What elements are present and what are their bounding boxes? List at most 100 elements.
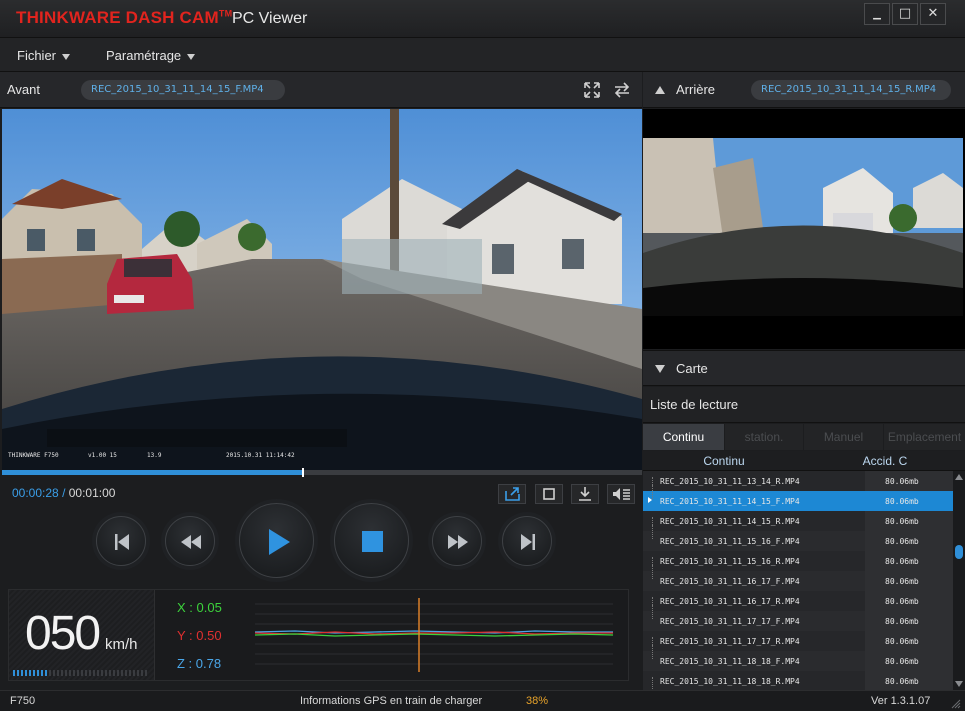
rewind-icon — [181, 535, 201, 549]
volume-button[interactable] — [607, 484, 635, 504]
speed-unit: km/h — [105, 636, 138, 653]
stop-icon — [362, 531, 383, 552]
swap-icon[interactable] — [614, 82, 630, 98]
fullscreen-icon[interactable] — [584, 82, 600, 98]
app-brand: THINKWARE DASH CAMTM — [16, 8, 232, 28]
tab-station[interactable]: station. — [725, 424, 803, 450]
file-size: 80.06mb — [885, 657, 919, 666]
current-time: 00:00:28 — [12, 486, 59, 500]
playlist-row[interactable]: REC_2015_10_31_11_15_16_F.MP4 80.06mb — [643, 525, 953, 551]
front-video-frame — [2, 109, 642, 470]
chevron-down-icon — [187, 53, 196, 60]
tree-line — [652, 677, 653, 691]
close-button[interactable]: ✕ — [920, 3, 946, 25]
map-panel-header[interactable]: Carte — [643, 350, 965, 386]
maximize-button[interactable]: □ — [892, 3, 918, 25]
download-button[interactable] — [571, 484, 599, 504]
gps-percent: 38% — [526, 695, 549, 707]
playlist-row[interactable]: REC_2015_10_31_11_17_17_F.MP4 80.06mb — [643, 605, 953, 631]
playlist-row[interactable]: REC_2015_10_31_11_18_18_F.MP4 80.06mb — [643, 645, 953, 671]
file-name: REC_2015_10_31_11_15_16_F.MP4 — [660, 537, 800, 546]
volume-icon — [613, 488, 630, 500]
time-display: 00:00:28 / 00:01:00 — [12, 486, 115, 500]
scroll-down-icon[interactable] — [955, 681, 963, 687]
capture-button[interactable] — [535, 484, 563, 504]
menu-parametrage[interactable]: Paramétrage — [106, 48, 196, 63]
file-name: REC_2015_10_31_11_18_18_R.MP4 — [660, 677, 800, 686]
time-separator: / — [62, 486, 66, 500]
overlay-version: v1.00 15 — [88, 452, 117, 459]
overlay-brand: THINKWARE F750 — [8, 452, 59, 459]
rear-video[interactable] — [643, 138, 963, 316]
x-axis-label: X : 0.05 — [177, 600, 222, 615]
front-file-name: REC_2015_10_31_11_14_15_F.MP4 — [81, 80, 285, 100]
scrollbar-thumb[interactable] — [955, 545, 963, 559]
file-name: REC_2015_10_31_11_13_14_R.MP4 — [660, 477, 800, 486]
seek-bar[interactable] — [2, 468, 642, 477]
trademark: TM — [218, 8, 233, 19]
status-bar: F750 Informations GPS en train de charge… — [0, 690, 965, 711]
file-size: 80.06mb — [885, 557, 919, 566]
front-video[interactable]: THINKWARE F750 v1.00 15 13.9 2015.10.31 … — [2, 109, 642, 470]
version-label: Ver 1.3.1.07 — [871, 695, 931, 707]
fast-forward-button[interactable] — [432, 516, 482, 566]
file-size: 80.06mb — [885, 497, 919, 506]
total-time: 00:01:00 — [68, 486, 116, 500]
playlist-header: Liste de lecture — [643, 387, 965, 423]
playlist-row[interactable]: REC_2015_10_31_11_16_17_F.MP4 80.06mb — [643, 565, 953, 591]
scroll-up-icon[interactable] — [955, 474, 963, 480]
file-size: 80.06mb — [885, 517, 919, 526]
collapse-up-icon[interactable] — [654, 85, 666, 95]
playlist-row[interactable]: REC_2015_10_31_11_16_17_R.MP4 80.06mb — [643, 591, 953, 611]
x-series-line — [255, 633, 613, 637]
selected-indicator-icon — [648, 497, 652, 503]
brand-text: THINKWARE DASH CAM — [16, 8, 219, 27]
playlist-row[interactable]: REC_2015_10_31_11_17_17_R.MP4 80.06mb — [643, 631, 953, 651]
tab-continu[interactable]: Continu — [643, 424, 724, 450]
minimize-button[interactable]: ▁ — [864, 3, 890, 25]
playlist-row[interactable]: REC_2015_10_31_11_15_16_R.MP4 80.06mb — [643, 551, 953, 571]
file-name: REC_2015_10_31_11_17_17_R.MP4 — [660, 637, 800, 646]
title-bar: THINKWARE DASH CAMTM PC Viewer ▁ □ ✕ — [0, 0, 965, 38]
playlist-row[interactable]: REC_2015_10_31_11_14_15_R.MP4 80.06mb — [643, 511, 953, 531]
file-name: REC_2015_10_31_11_16_17_F.MP4 — [660, 577, 800, 586]
seek-bar-fill — [2, 470, 302, 475]
menu-fichier[interactable]: Fichier — [17, 48, 71, 63]
playlist-scrollbar[interactable] — [953, 471, 965, 690]
file-name: REC_2015_10_31_11_16_17_R.MP4 — [660, 597, 800, 606]
previous-button[interactable] — [96, 516, 146, 566]
tree-line — [652, 525, 653, 539]
overlay-speed: 13.9 — [147, 452, 162, 459]
column-continu[interactable]: Continu — [643, 451, 805, 471]
resize-grip-icon[interactable] — [951, 699, 961, 709]
playlist-row[interactable]: REC_2015_10_31_11_13_14_R.MP4 80.06mb — [643, 471, 953, 491]
close-icon: ✕ — [927, 6, 939, 21]
rear-video-frame — [643, 138, 963, 316]
menu-bar: Fichier Paramétrage — [0, 38, 965, 72]
file-size: 80.06mb — [885, 617, 919, 626]
minimize-icon: ▁ — [873, 9, 881, 20]
file-size: 80.06mb — [885, 477, 919, 486]
file-size: 80.06mb — [885, 597, 919, 606]
stop-button[interactable] — [334, 503, 409, 578]
download-icon — [579, 487, 591, 501]
sensor-panel: 050 km/h X : 0.05 Y : 0.50 Z : 0.78 — [8, 589, 629, 681]
column-accident[interactable]: Accid. C — [805, 451, 965, 471]
tree-line — [652, 485, 653, 499]
front-panel-header: Avant REC_2015_10_31_11_14_15_F.MP4 — [0, 72, 642, 108]
tab-manuel[interactable]: Manuel — [804, 424, 883, 450]
export-button[interactable] — [498, 484, 526, 504]
tab-emplacement[interactable]: Emplacement — [884, 424, 965, 450]
chevron-down-icon — [62, 53, 71, 60]
file-name: REC_2015_10_31_11_17_17_F.MP4 — [660, 617, 800, 626]
rewind-button[interactable] — [165, 516, 215, 566]
model-name: F750 — [10, 695, 36, 707]
skip-next-icon — [521, 534, 535, 550]
next-button[interactable] — [502, 516, 552, 566]
seek-bar-knob[interactable] — [301, 468, 304, 477]
play-button[interactable] — [239, 503, 314, 578]
playlist-row[interactable]: REC_2015_10_31_11_18_18_R.MP4 80.06mb — [643, 671, 953, 691]
playlist-row[interactable]: REC_2015_10_31_11_14_15_F.MP4 80.06mb — [643, 485, 953, 511]
overlay-date: 2015.10.31 11:14:42 — [226, 452, 295, 459]
speed-box: 050 km/h — [9, 590, 155, 680]
